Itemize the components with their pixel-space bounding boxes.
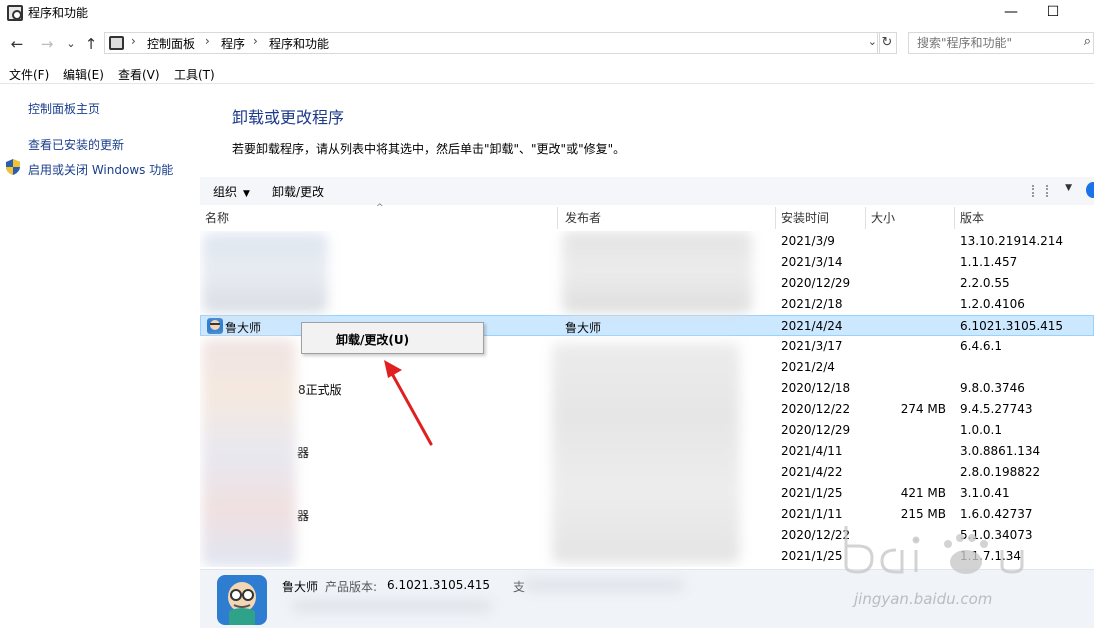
- blurred-publishers-top: [562, 231, 752, 313]
- annotation-arrow: [384, 360, 433, 446]
- instruction-text: 若要卸载程序，请从列表中将其选中，然后单击"卸载"、"更改"或"修复"。: [232, 142, 626, 156]
- baidu-watermark: jingyan.baidu.com: [836, 506, 1036, 608]
- blurred-support-link: [524, 579, 684, 591]
- cell-version: 1.0.0.1: [960, 423, 1002, 437]
- cell-version: 3.0.8861.134: [960, 444, 1041, 458]
- control-panel-icon: [7, 5, 23, 21]
- blurred-details-line: [292, 600, 492, 612]
- cell-date: 2021/4/22: [781, 465, 843, 479]
- details-app-name: 鲁大师: [282, 580, 319, 594]
- forward-icon[interactable]: →: [38, 34, 56, 54]
- back-icon[interactable]: ←: [8, 34, 26, 54]
- cell-version: 1.1.1.457: [960, 255, 1018, 269]
- search-box[interactable]: ⌕: [908, 32, 1094, 54]
- cell-date: 2020/12/18: [781, 381, 851, 395]
- cell-date: 2020/12/29: [781, 276, 851, 290]
- cell-size: 421 MB: [900, 486, 946, 500]
- breadcrumb-separator[interactable]: ›: [253, 34, 258, 48]
- address-bar[interactable]: › 控制面板 › 程序 › 程序和功能 ⌄: [104, 32, 880, 54]
- command-bar: 组织 ▼ 卸载/更改 ▼: [200, 177, 1094, 205]
- cell-date: 2021/1/25: [781, 549, 843, 563]
- menu-edit[interactable]: 编辑(E): [63, 66, 104, 83]
- menu-file[interactable]: 文件(F): [9, 66, 49, 83]
- cell-version: 6.1021.3105.415: [960, 319, 1064, 333]
- cell-version: 6.4.6.1: [960, 339, 1002, 353]
- cell-date: 2021/3/14: [781, 255, 843, 269]
- recent-locations-icon[interactable]: ⌄: [62, 34, 80, 54]
- context-menu-uninstall-change[interactable]: 卸载/更改(U): [336, 331, 409, 348]
- search-icon[interactable]: ⌕: [1084, 34, 1091, 49]
- cell-date: 2021/1/25: [781, 486, 843, 500]
- cell-version: 9.8.0.3746: [960, 381, 1025, 395]
- search-input[interactable]: [909, 33, 1079, 53]
- cell-version: 2.8.0.198822: [960, 465, 1041, 479]
- breadcrumb-control-panel[interactable]: 控制面板: [147, 35, 195, 52]
- column-size[interactable]: 大小: [866, 207, 955, 229]
- organize-label: 组织: [213, 185, 238, 199]
- cell-date: 2021/4/24: [781, 319, 843, 333]
- uninstall-change-button[interactable]: 卸载/更改: [272, 183, 324, 200]
- cell-version: 2.2.0.55: [960, 276, 1010, 290]
- blurred-program-names-bottom: [202, 339, 296, 567]
- organize-button[interactable]: 组织 ▼: [213, 183, 250, 200]
- breadcrumb-programs[interactable]: 程序: [221, 35, 245, 52]
- menu-bar: 文件(F) 编辑(E) 查看(V) 工具(T): [0, 62, 1094, 84]
- address-dropdown-icon[interactable]: ⌄: [868, 35, 877, 48]
- control-panel-folder-icon: [109, 36, 124, 50]
- cell-version: 1.2.0.4106: [960, 297, 1025, 311]
- column-publisher[interactable]: 发布者: [560, 207, 776, 229]
- caret-down-icon: ▼: [243, 189, 250, 199]
- title-bar: 程序和功能 — ☐: [0, 0, 1094, 28]
- cell-version: 3.1.0.41: [960, 486, 1010, 500]
- cell-name: 8正式版: [298, 383, 342, 397]
- cell-name: 器: [297, 446, 310, 460]
- cell-date: 2021/3/9: [781, 234, 835, 248]
- breadcrumb-separator[interactable]: ›: [205, 34, 210, 48]
- column-install-date[interactable]: 安装时间: [776, 207, 866, 229]
- refresh-icon[interactable]: ↻: [877, 32, 897, 54]
- help-icon[interactable]: [1086, 182, 1094, 198]
- window-title: 程序和功能: [28, 6, 89, 20]
- menu-tools[interactable]: 工具(T): [174, 66, 215, 83]
- breadcrumb-separator[interactable]: ›: [131, 34, 136, 48]
- cell-date: 2021/3/17: [781, 339, 843, 353]
- watermark-text: jingyan.baidu.com: [854, 590, 993, 608]
- cell-version: 9.4.5.27743: [960, 402, 1033, 416]
- up-icon[interactable]: ↑: [82, 34, 100, 54]
- column-version[interactable]: 版本: [955, 207, 1094, 229]
- cell-size: 274 MB: [900, 402, 946, 416]
- ludashi-large-icon: [217, 575, 267, 625]
- column-header: 名称 ^ 发布者 安装时间 大小 版本: [200, 203, 1094, 229]
- breadcrumb-programs-and-features[interactable]: 程序和功能: [269, 35, 329, 52]
- details-version-label: 产品版本:: [325, 580, 378, 594]
- maximize-button[interactable]: ☐: [1030, 0, 1076, 28]
- cell-date: 2021/1/11: [781, 507, 843, 521]
- cell-date: 2020/12/22: [781, 402, 851, 416]
- details-version-value: 6.1021.3105.415: [387, 578, 491, 592]
- cell-publisher: 鲁大师: [565, 321, 602, 335]
- cell-name: 器: [297, 509, 310, 523]
- blurred-publishers-bottom: [552, 343, 740, 563]
- cell-date: 2020/12/29: [781, 423, 851, 437]
- ludashi-app-icon: [207, 318, 223, 334]
- baidu-logo-watermark: [844, 526, 1024, 574]
- cell-date: 2021/4/11: [781, 444, 843, 458]
- address-row: ← → ⌄ ↑ › 控制面板 › 程序 › 程序和功能 ⌄ ↻ ⌕: [0, 30, 1094, 58]
- cell-date: 2021/2/18: [781, 297, 843, 311]
- context-menu: 卸载/更改(U): [301, 322, 484, 354]
- cell-date: 2021/2/4: [781, 360, 835, 374]
- uac-shield-icon: [6, 159, 20, 175]
- view-options-icon[interactable]: [1032, 185, 1048, 197]
- minimize-button[interactable]: —: [988, 0, 1034, 28]
- link-control-panel-home[interactable]: 控制面板主页: [28, 100, 100, 117]
- sort-ascending-icon: ^: [376, 203, 384, 213]
- blurred-program-names-top: [202, 233, 328, 313]
- link-view-installed-updates[interactable]: 查看已安装的更新: [28, 136, 124, 153]
- cell-version: 13.10.21914.214: [960, 234, 1064, 248]
- cell-name: 鲁大师: [225, 321, 262, 335]
- link-turn-windows-features[interactable]: 启用或关闭 Windows 功能: [28, 161, 173, 178]
- view-dropdown-icon[interactable]: ▼: [1065, 183, 1072, 193]
- page-title: 卸载或更改程序: [232, 108, 345, 127]
- menu-view[interactable]: 查看(V): [118, 66, 160, 83]
